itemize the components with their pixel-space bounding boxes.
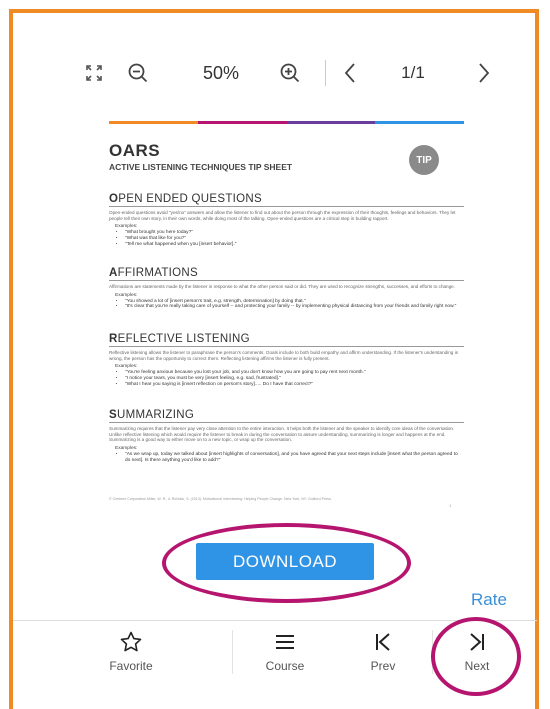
previous-page-icon[interactable]: [335, 53, 365, 93]
heading-text: UMMARIZING: [116, 409, 195, 421]
section-affirmations: AFFIRMATIONS Affirmations are statements…: [109, 263, 464, 310]
example-item: "Tell me what happened when you [insert …: [125, 242, 464, 248]
nav-next[interactable]: Next: [432, 628, 522, 688]
section-examples: Examples: "What brought you here today?"…: [115, 224, 464, 247]
color-bar-segment: [286, 121, 376, 124]
pdf-viewer-toolbar: 50% 1/1: [13, 53, 535, 93]
section-open-ended-questions: OPEN ENDED QUESTIONS Open-ended question…: [109, 189, 464, 248]
zoom-level: 50%: [202, 62, 240, 83]
nav-favorite-label: Favorite: [109, 659, 153, 673]
download-button[interactable]: DOWNLOAD: [196, 543, 374, 580]
color-bar-segment: [375, 121, 464, 124]
document-page-number: 1: [449, 503, 452, 508]
toolbar-divider: [325, 60, 326, 86]
color-bar-segment: [109, 121, 198, 124]
skip-next-icon: [466, 628, 488, 656]
example-item: "What I hear you saying is [insert refle…: [125, 382, 464, 388]
section-examples: Examples: "As we wrap up, today we talke…: [115, 446, 464, 464]
example-item: "As we wrap up, today we talked about [i…: [125, 452, 464, 464]
color-bar-segment: [197, 121, 287, 124]
examples-label: Examples:: [115, 292, 138, 298]
section-examples: Examples: "You're feeling anxious becaus…: [115, 364, 464, 387]
zoom-in-icon[interactable]: [275, 53, 305, 93]
menu-icon: [273, 628, 297, 656]
section-summarizing: SUMMARIZING Summarizing requires that th…: [109, 405, 464, 463]
nav-course[interactable]: Course: [240, 628, 330, 688]
zoom-out-icon[interactable]: [123, 53, 153, 93]
section-heading: AFFIRMATIONS: [109, 267, 464, 281]
section-heading: REFLECTIVE LISTENING: [109, 333, 464, 347]
section-examples: Examples: "You showed a lot of [insert p…: [115, 293, 464, 311]
section-body: Affirmations are statements made by the …: [109, 284, 456, 289]
star-icon: [119, 628, 143, 656]
examples-label: Examples:: [115, 224, 138, 230]
app-frame: 50% 1/1 OARS ACTIVE LISTENING TECHNIQUES…: [9, 9, 539, 709]
heading-initial: R: [109, 333, 118, 345]
heading-text: EFLECTIVE LISTENING: [117, 333, 250, 345]
section-heading: SUMMARIZING: [109, 409, 464, 423]
nav-prev-label: Prev: [370, 659, 396, 673]
heading-initial: S: [109, 409, 117, 421]
examples-label: Examples:: [115, 445, 138, 451]
bottom-nav-divider: [13, 620, 537, 621]
page-indicator[interactable]: 1/1: [383, 53, 443, 93]
document-page: OARS ACTIVE LISTENING TECHNIQUES TIP SHE…: [109, 121, 464, 511]
nav-favorite[interactable]: Favorite: [86, 628, 176, 688]
section-reflective-listening: REFLECTIVE LISTENING Reflective listenin…: [109, 329, 464, 388]
heading-text: PEN ENDED QUESTIONS: [118, 193, 262, 205]
document-title: OARS: [109, 141, 161, 160]
rate-link[interactable]: Rate: [471, 590, 507, 610]
heading-initial: A: [109, 267, 118, 279]
heading-initial: O: [109, 193, 119, 205]
nav-next-label: Next: [464, 659, 490, 673]
section-heading: OPEN ENDED QUESTIONS: [109, 193, 464, 207]
skip-previous-icon: [372, 628, 394, 656]
section-body: Reflective listening allows the listener…: [109, 350, 458, 361]
section-body: Open-ended questions avoid "yes/no" answ…: [109, 210, 456, 221]
document-footer: © Centene Corporation Miller, W. R., & R…: [109, 497, 332, 501]
nav-separator: [232, 630, 233, 674]
nav-course-label: Course: [265, 659, 305, 673]
heading-text: FFIRMATIONS: [117, 267, 198, 279]
section-body: Summarizing requires that the listener p…: [109, 426, 455, 443]
nav-prev[interactable]: Prev: [338, 628, 428, 688]
fullscreen-icon[interactable]: [79, 53, 109, 93]
document-color-bar: [109, 121, 464, 124]
example-item: "It's clear that you're really taking ca…: [125, 304, 464, 310]
tip-badge: TIP: [409, 145, 439, 175]
document-subtitle: ACTIVE LISTENING TECHNIQUES TIP SHEET: [109, 162, 293, 172]
next-page-icon[interactable]: [469, 53, 499, 93]
examples-label: Examples:: [115, 364, 138, 370]
